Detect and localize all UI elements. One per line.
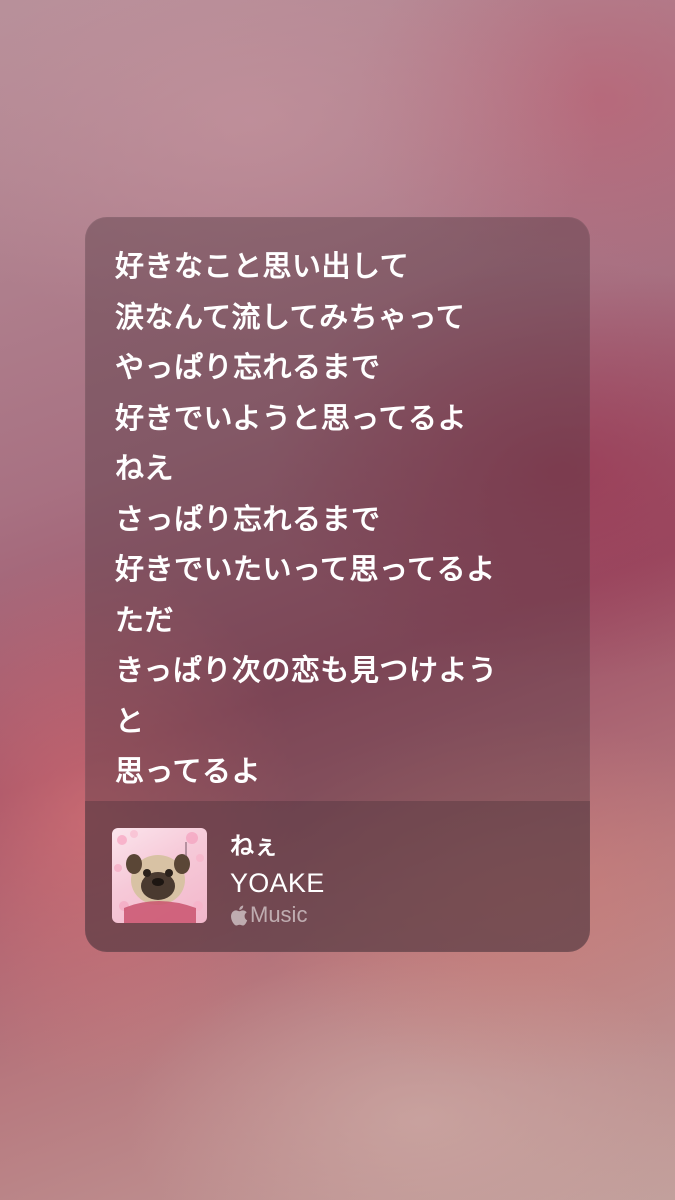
lyric-line: 好きなこと思い出して bbox=[115, 249, 410, 283]
track-info-footer[interactable]: ねぇ YOAKE Music bbox=[85, 801, 590, 952]
lyric-line: 思ってるよ bbox=[115, 754, 262, 788]
lyrics-block: 好きなこと思い出して 涙なんて流してみちゃって やっぱり忘れるまで 好きでいよう… bbox=[85, 217, 590, 801]
lyric-line: ねえ bbox=[115, 451, 175, 485]
apple-logo-icon bbox=[231, 905, 248, 926]
album-artwork[interactable] bbox=[112, 828, 207, 923]
lyric-line: きっぱり次の恋も見つけよう bbox=[115, 653, 498, 687]
lyric-line: さっぱり忘れるまで bbox=[115, 501, 381, 536]
lyric-line: 好きでいようと思ってるよ bbox=[115, 400, 467, 435]
lyric-line: 好きでいたいって思ってるよ bbox=[115, 552, 496, 586]
apple-music-badge: Music bbox=[230, 901, 307, 929]
lyric-line: ただ bbox=[115, 602, 175, 637]
service-label: Music bbox=[250, 902, 308, 927]
lyric-line: と bbox=[115, 703, 145, 738]
lyric-line: やっぱり忘れるまで bbox=[115, 350, 381, 384]
artist-name: YOAKE bbox=[230, 868, 325, 898]
pug-album-artwork-icon bbox=[114, 830, 204, 923]
lyrics-share-card[interactable]: 好きなこと思い出して 涙なんて流してみちゃって やっぱり忘れるまで 好きでいよう… bbox=[85, 217, 590, 952]
lyric-line: 涙なんて流してみちゃって bbox=[115, 299, 466, 334]
song-title: ねぇ bbox=[230, 832, 278, 860]
